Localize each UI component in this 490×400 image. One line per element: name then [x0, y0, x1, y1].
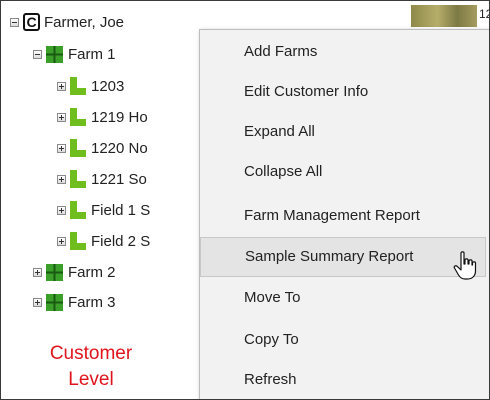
menu-item-farm-management-report[interactable]: Farm Management Report [200, 196, 486, 236]
customer-name: Farmer, Joe [44, 13, 125, 31]
customer-level-annotation: Customer Level [31, 341, 151, 393]
menu-item-expand-all[interactable]: Expand All [200, 112, 486, 152]
menu-item-collapse-all[interactable]: Collapse All [200, 152, 486, 192]
expand-toggle-icon[interactable] [57, 174, 66, 184]
tree-node-field[interactable]: 1219 Ho [57, 106, 148, 128]
expand-toggle-icon[interactable] [57, 81, 66, 91]
field-icon [70, 108, 86, 126]
customer-icon: C [23, 13, 40, 31]
annotation-line-2: Level [68, 369, 114, 390]
tree-node-field[interactable]: Field 2 S [57, 230, 150, 252]
tree-node-customer[interactable]: C Farmer, Joe [10, 11, 124, 33]
expand-toggle-icon[interactable] [57, 236, 66, 246]
tree-node-field[interactable]: Field 1 S [57, 199, 150, 221]
farm-label: Farm 3 [68, 293, 116, 311]
expand-toggle-icon[interactable] [57, 112, 66, 122]
collapse-toggle-icon[interactable] [10, 17, 19, 27]
menu-item-sample-summary-report[interactable]: Sample Summary Report [200, 237, 486, 277]
customer-tree: C Farmer, Joe Farm 1 1203 1219 Ho 1220 N… [1, 1, 211, 399]
annotation-line-1: Customer [49, 343, 133, 364]
expand-toggle-icon[interactable] [57, 143, 66, 153]
field-label: 1221 So [91, 170, 147, 188]
collapse-toggle-icon[interactable] [33, 49, 42, 59]
field-label: 1219 Ho [91, 108, 148, 126]
menu-item-add-farms[interactable]: Add Farms [200, 32, 486, 72]
field-icon [70, 170, 86, 188]
tree-node-field[interactable]: 1203 [57, 75, 124, 97]
tree-node-farm-3[interactable]: Farm 3 [33, 291, 116, 313]
farm-icon [46, 293, 63, 311]
field-label: Field 2 S [91, 232, 151, 250]
context-menu: Add Farms Edit Customer Info Expand All … [199, 29, 489, 399]
farm-label: Farm 1 [68, 45, 116, 63]
farm-icon [46, 45, 63, 63]
field-label: Field 1 S [91, 201, 151, 219]
menu-item-copy-to[interactable]: Copy To [200, 320, 486, 360]
field-icon [70, 201, 86, 219]
expand-toggle-icon[interactable] [33, 267, 42, 277]
field-icon [70, 232, 86, 250]
hand-pointer-icon [453, 251, 477, 280]
farm-label: Farm 2 [68, 263, 116, 281]
menu-item-edit-customer-info[interactable]: Edit Customer Info [200, 72, 486, 112]
menu-item-move-to[interactable]: Move To [200, 278, 486, 318]
tree-panel: 12 C Farmer, Joe Farm 1 1203 12 [0, 0, 490, 400]
expand-toggle-icon[interactable] [57, 205, 66, 215]
tree-node-field[interactable]: 1221 So [57, 168, 147, 190]
tree-node-farm-1[interactable]: Farm 1 [33, 43, 116, 65]
tree-node-field[interactable]: 1220 No [57, 137, 148, 159]
thumbnail-text: 12 [479, 7, 489, 21]
farm-icon [46, 263, 63, 281]
field-label: 1220 No [91, 139, 148, 157]
field-label: 1203 [91, 77, 125, 95]
map-thumbnail [411, 5, 477, 27]
field-icon [70, 77, 86, 95]
field-icon [70, 139, 86, 157]
tree-node-farm-2[interactable]: Farm 2 [33, 261, 116, 283]
expand-toggle-icon[interactable] [33, 297, 42, 307]
menu-item-refresh[interactable]: Refresh [200, 360, 486, 399]
